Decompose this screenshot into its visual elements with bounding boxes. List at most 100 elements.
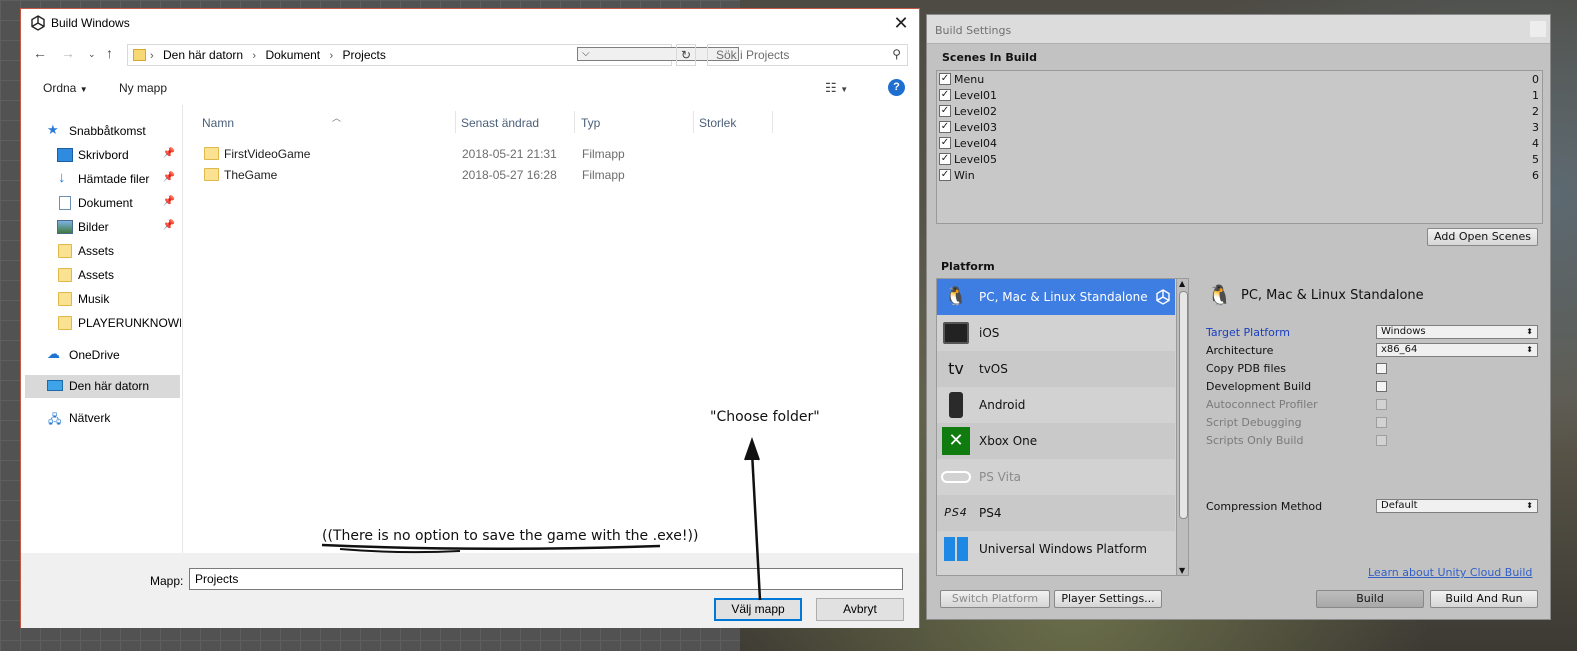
scene-row[interactable]: ✓ Level05 5	[939, 152, 1539, 168]
dialog-footer: Mapp: Projects Välj mapp Avbryt	[21, 553, 919, 628]
folder-icon	[204, 168, 219, 181]
breadcrumb-item[interactable]: Dokument	[265, 48, 320, 62]
cloud-build-link[interactable]: Learn about Unity Cloud Build	[1368, 566, 1532, 579]
compression-method-dropdown[interactable]: Default ⬍	[1376, 499, 1538, 513]
updown-arrow-icon: ⬍	[1526, 501, 1533, 510]
ps4-icon: PS4	[944, 506, 968, 519]
sidebar-item-label: OneDrive	[69, 348, 120, 362]
platform-item-ios[interactable]: iOS	[937, 315, 1175, 351]
platform-header: Platform	[941, 260, 995, 273]
copy-pdb-checkbox[interactable]	[1376, 363, 1387, 374]
scene-row[interactable]: ✓ Level04 4	[939, 136, 1539, 152]
platform-item-android[interactable]: Android	[937, 387, 1175, 423]
scene-checkbox[interactable]: ✓	[939, 73, 951, 85]
cloud-icon: ☁	[47, 346, 60, 361]
scene-row[interactable]: ✓ Win 6	[939, 168, 1539, 184]
scene-name: Level03	[954, 121, 998, 134]
add-open-scenes-button[interactable]: Add Open Scenes	[1427, 228, 1538, 246]
scene-name: Level02	[954, 105, 998, 118]
search-icon: ⚲	[892, 47, 901, 61]
scrollbar-thumb[interactable]	[1179, 291, 1188, 519]
platform-item-tvos[interactable]: tv tvOS	[937, 351, 1175, 387]
platform-item-uwp[interactable]: Universal Windows Platform	[937, 531, 1175, 567]
sidebar-item-pictures[interactable]: Bilder 📌	[21, 216, 181, 239]
choose-folder-button[interactable]: Välj mapp	[714, 598, 802, 621]
up-arrow-icon[interactable]: ↑	[106, 45, 113, 61]
sidebar-item-network[interactable]: 🖧 Nätverk	[21, 407, 181, 430]
platform-list-scrollbar[interactable]: ▲ ▼	[1176, 279, 1188, 575]
back-arrow-icon[interactable]: ←	[33, 45, 47, 61]
build-and-run-button[interactable]: Build And Run	[1430, 590, 1538, 608]
sidebar-item-label: Dokument	[78, 196, 133, 210]
help-icon[interactable]: ?	[888, 79, 905, 96]
sidebar-item-assets[interactable]: Assets	[21, 240, 181, 263]
pin-icon[interactable]: 📌	[163, 220, 175, 231]
column-header-size[interactable]: Storlek	[693, 111, 773, 133]
sidebar-item-onedrive[interactable]: ☁ OneDrive	[21, 344, 181, 367]
sidebar-item-downloads[interactable]: ↓ Hämtade filer 📌	[21, 168, 181, 191]
column-header-type[interactable]: Typ	[575, 111, 694, 133]
column-header-modified[interactable]: Senast ändrad	[455, 111, 575, 133]
platform-item-standalone[interactable]: 🐧 PC, Mac & Linux Standalone	[937, 279, 1175, 315]
dropdown-value: x86_64	[1381, 344, 1418, 355]
breadcrumb-separator-icon: ›	[329, 50, 334, 62]
pin-icon[interactable]: 📌	[163, 196, 175, 207]
scene-checkbox[interactable]: ✓	[939, 169, 951, 181]
appletv-icon: tv	[948, 359, 964, 378]
pin-icon[interactable]: 📌	[163, 148, 175, 159]
sidebar-item-documents[interactable]: Dokument 📌	[21, 192, 181, 215]
scene-row[interactable]: ✓ Level03 3	[939, 120, 1539, 136]
command-bar: Ordna ▼ Ny mapp ☷ ▼ ?	[21, 75, 919, 101]
refresh-icon[interactable]: ↻	[676, 44, 696, 66]
view-options-icon[interactable]: ☷ ▼	[825, 80, 848, 96]
scene-checkbox[interactable]: ✓	[939, 89, 951, 101]
scene-row[interactable]: ✓ Level02 2	[939, 104, 1539, 120]
sidebar-item-desktop[interactable]: Skrivbord 📌	[21, 144, 181, 167]
sidebar-item-playerunknown[interactable]: PLAYERUNKNOWN	[21, 312, 181, 335]
pin-icon[interactable]: 📌	[163, 172, 175, 183]
architecture-dropdown[interactable]: x86_64 ⬍	[1376, 343, 1538, 357]
new-folder-button[interactable]: Ny mapp	[119, 81, 167, 95]
column-label: Namn	[202, 116, 235, 130]
forward-arrow-icon[interactable]: →	[61, 45, 75, 61]
folder-name-input[interactable]: Projects	[189, 568, 903, 590]
development-build-checkbox[interactable]	[1376, 381, 1387, 392]
sidebar-item-quick-access[interactable]: ★ Snabbåtkomst	[21, 120, 181, 143]
breadcrumb-item[interactable]: Den här datorn	[163, 48, 243, 62]
scene-checkbox[interactable]: ✓	[939, 153, 951, 165]
sidebar-item-assets[interactable]: Assets	[21, 264, 181, 287]
organize-button[interactable]: Ordna ▼	[43, 81, 88, 95]
scene-name: Level04	[954, 137, 998, 150]
file-row[interactable]: TheGame 2018-05-27 16:28 Filmapp	[202, 164, 802, 185]
scene-checkbox[interactable]: ✓	[939, 137, 951, 149]
search-input[interactable]: Sök i Projects ⚲	[707, 44, 908, 66]
scene-index: 2	[1532, 105, 1539, 118]
switch-platform-button[interactable]: Switch Platform	[940, 590, 1050, 608]
platform-item-xbox[interactable]: ✕ Xbox One	[937, 423, 1175, 459]
sidebar-item-this-pc[interactable]: Den här datorn	[25, 375, 180, 398]
updown-arrow-icon: ⬍	[1526, 327, 1533, 336]
build-button[interactable]: Build	[1316, 590, 1424, 608]
scroll-up-icon[interactable]: ▲	[1179, 279, 1185, 288]
scene-checkbox[interactable]: ✓	[939, 121, 951, 133]
scroll-down-icon[interactable]: ▼	[1179, 566, 1185, 575]
scene-checkbox[interactable]: ✓	[939, 105, 951, 117]
scene-row[interactable]: ✓ Level01 1	[939, 88, 1539, 104]
file-row[interactable]: FirstVideoGame 2018-05-21 21:31 Filmapp	[202, 143, 802, 164]
address-bar[interactable]: › Den här datorn › Dokument › Projects ⌵	[127, 44, 739, 66]
scene-row[interactable]: ✓ Menu 0	[939, 72, 1539, 88]
folder-icon	[58, 316, 72, 330]
document-icon	[59, 196, 71, 210]
maximize-icon[interactable]	[1530, 21, 1546, 37]
player-settings-button[interactable]: Player Settings...	[1054, 590, 1162, 608]
download-icon: ↓	[58, 169, 66, 186]
close-icon[interactable]: ✕	[889, 11, 913, 35]
platform-item-psvita[interactable]: PS Vita	[937, 459, 1175, 495]
breadcrumb-item[interactable]: Projects	[343, 48, 386, 62]
cancel-button[interactable]: Avbryt	[816, 598, 904, 621]
sidebar-item-music[interactable]: Musik	[21, 288, 181, 311]
target-platform-dropdown[interactable]: Windows ⬍	[1376, 325, 1538, 339]
recent-locations-chevron-icon[interactable]: ⌄	[88, 49, 96, 60]
platform-item-ps4[interactable]: PS4 PS4	[937, 495, 1175, 531]
column-header-name[interactable]: Namn ︿	[196, 111, 456, 133]
